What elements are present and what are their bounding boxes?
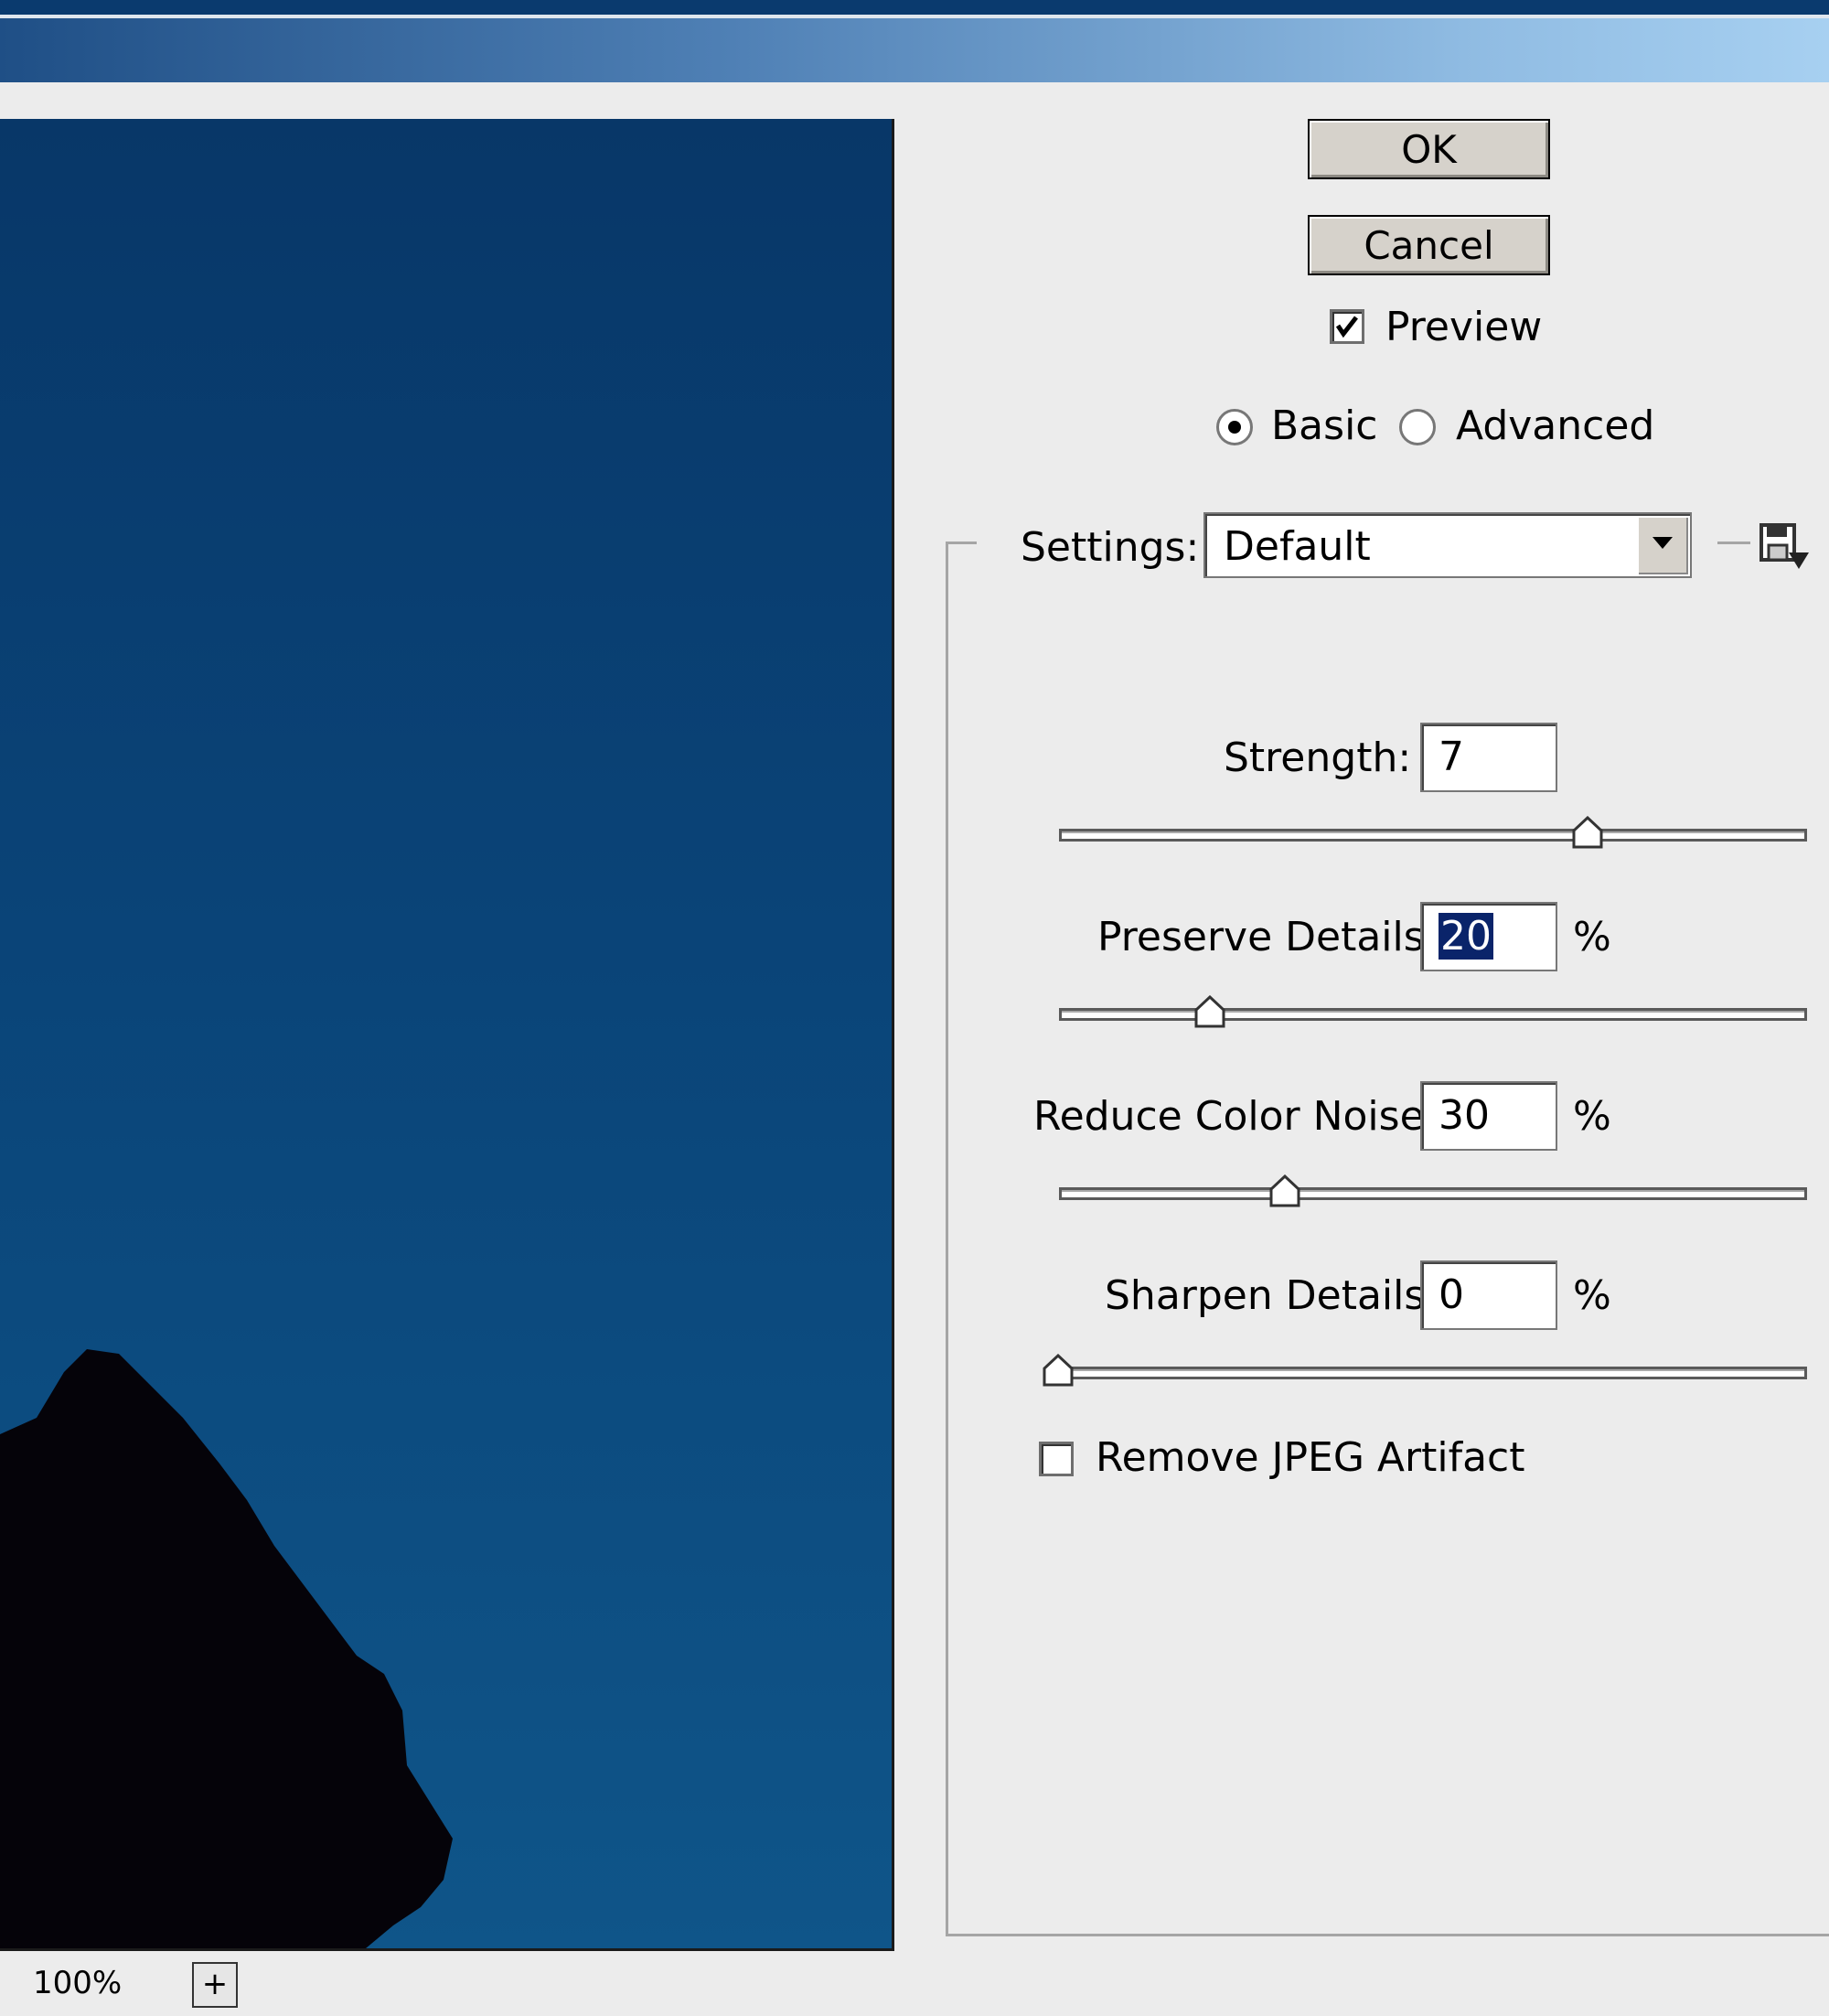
basic-label: Basic [1271,402,1378,449]
settings-dropdown[interactable]: Default [1203,512,1692,578]
preserve-details-slider-thumb[interactable] [1194,995,1225,1028]
preserve-details-value: 20 [1439,913,1493,960]
reduce-color-noise-slider-track[interactable] [1059,1187,1807,1200]
strength-slider-thumb[interactable] [1572,816,1603,849]
title-bar[interactable] [0,18,1829,82]
preview-checkbox[interactable] [1330,309,1364,344]
settings-value: Default [1224,523,1371,570]
sharpen-details-slider-thumb[interactable] [1043,1354,1074,1387]
sharpen-details-unit: % [1573,1272,1611,1319]
cancel-button[interactable]: Cancel [1308,215,1550,275]
dropdown-arrow-button[interactable] [1637,516,1688,574]
basic-radio[interactable] [1216,409,1253,445]
sharpen-details-label: Sharpen Details: [1105,1272,1439,1319]
group-box-top-right [1717,542,1750,544]
save-settings-button[interactable] [1758,520,1813,573]
sharpen-details-input[interactable]: 0 [1420,1260,1557,1330]
sharpen-details-slider-track[interactable] [1044,1367,1807,1379]
group-box-bottom [946,1934,1829,1936]
save-settings-icon [1759,523,1809,569]
strength-label: Strength: [1224,735,1412,781]
preserve-details-slider-track[interactable] [1059,1008,1807,1021]
zoom-level: 100% [33,1965,123,2001]
reduce-color-noise-label: Reduce Color Noise: [1033,1093,1439,1140]
advanced-label: Advanced [1456,402,1655,449]
preserve-details-label: Preserve Details: [1097,914,1439,960]
preview-label: Preview [1385,304,1543,350]
preserve-details-unit: % [1573,914,1611,960]
zoom-in-button[interactable]: + [192,1962,238,2008]
chevron-down-icon [1653,537,1673,549]
settings-label: Settings: [1021,524,1200,571]
preview-image[interactable] [0,119,894,1951]
advanced-radio[interactable] [1399,409,1436,445]
remove-jpeg-artifact-label: Remove JPEG Artifact [1096,1434,1525,1481]
strength-input[interactable]: 7 [1420,723,1557,792]
preserve-details-input[interactable]: 20 [1420,902,1557,971]
rock-silhouette [0,1349,453,1948]
reduce-color-noise-unit: % [1573,1093,1611,1140]
remove-jpeg-artifact-checkbox[interactable] [1039,1442,1074,1476]
radio-selected-dot [1228,421,1241,434]
group-box-top-left [946,542,977,544]
ok-button[interactable]: OK [1308,119,1550,179]
checkmark-icon [1335,316,1358,338]
group-box-left [946,542,948,1936]
strength-slider-track[interactable] [1059,829,1807,842]
reduce-color-noise-slider-thumb[interactable] [1269,1174,1300,1207]
reduce-color-noise-input[interactable]: 30 [1420,1081,1557,1151]
